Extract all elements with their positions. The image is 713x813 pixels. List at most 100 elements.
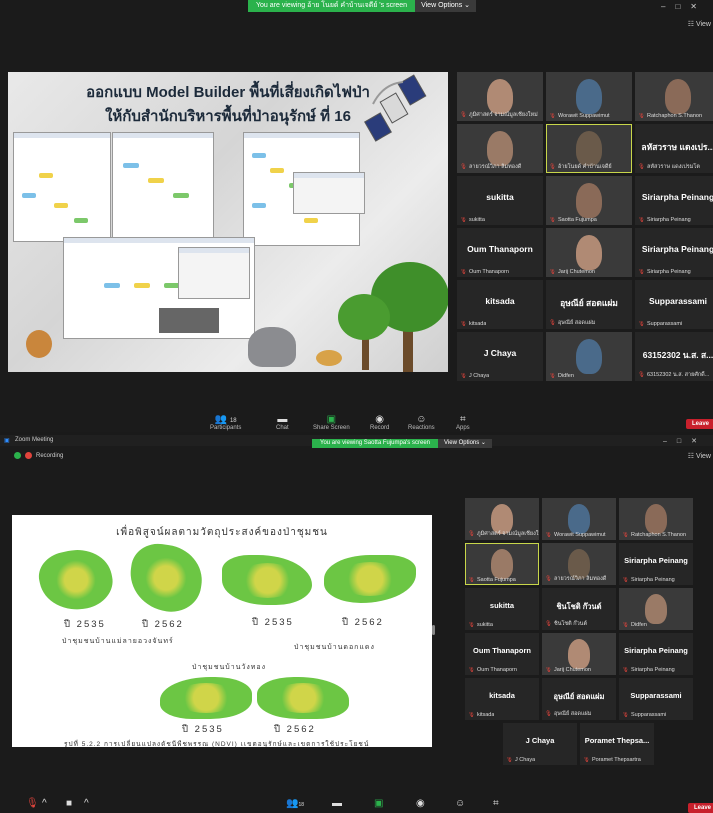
mute-button[interactable]: 🎙 (26, 798, 39, 809)
participant-tile[interactable]: 🎙 ภูมิศาสตร์ จามณ์มูลเชียงใหม่ (457, 72, 543, 121)
participant-tile[interactable]: อุษณีย์ สอดแผ่ม 🎙 อุษณีย์ สอดแผ่ม (542, 678, 616, 720)
participant-label: 🎙 Ratchaphon S.Thanon (622, 532, 686, 538)
window-controls[interactable]: –□✕ (663, 437, 707, 445)
share-screen-label: Share Screen (313, 425, 350, 431)
apps-button[interactable]: ⌗ Apps (456, 414, 470, 431)
record-button[interactable]: ◉ (416, 798, 425, 809)
participant-label: 🎙 Saotta Fujumpa (549, 217, 597, 223)
leave-button[interactable]: Leave (688, 803, 713, 813)
participant-label-text: 63152302 น.ส. สายศักดิ์... (646, 372, 710, 378)
participant-label: 🎙 Didfen (549, 373, 574, 379)
participant-tile[interactable]: kitsada 🎙 kitsada (465, 678, 539, 720)
reactions-label: Reactions (408, 425, 435, 431)
view-options-button[interactable]: View Options ⌄ (438, 438, 492, 448)
participant-tile[interactable]: Siriarpha Peinang 🎙 Siriarpha Peinang (635, 176, 713, 225)
participant-tile[interactable]: 🎙 Saotta Fujumpa (465, 543, 539, 585)
participant-tile[interactable]: kitsada 🎙 kitsada (457, 280, 543, 329)
share-screen-icon: ▣ (374, 798, 384, 809)
mic-muted-icon: 🎙 (549, 320, 556, 326)
participant-tile[interactable]: ชินโชติ ก๊วนต์ 🎙 ชินโชติ ก๊วนต์ (542, 588, 616, 630)
participant-tile[interactable]: Oum Thanaporn 🎙 Oum Thanaporn (465, 633, 539, 675)
audio-options-button[interactable]: ^ (42, 798, 47, 809)
participant-label-text: Supparassami (646, 321, 683, 327)
participant-tile[interactable]: 🎙 Jarij Chutemon (546, 228, 632, 277)
participants-button[interactable]: 👥 18 Participants (210, 414, 241, 431)
participant-label-text: ลายวรณ์วิภา ลิ่มทองดี (553, 576, 607, 582)
participant-label-text: Jarij Chutemon (557, 269, 595, 275)
participant-tile[interactable]: sukitta 🎙 sukitta (465, 588, 539, 630)
mic-muted-icon: 🎙 (545, 711, 552, 717)
participant-tile[interactable]: Supparassami 🎙 Supparassami (635, 280, 713, 329)
view-options-button[interactable]: View Options ⌄ (415, 0, 477, 12)
participant-tile[interactable]: 🎙 Worawit Suppawimut (542, 498, 616, 540)
participant-label-text: kitsada (476, 712, 495, 718)
view-button[interactable]: ☷ View (688, 452, 711, 460)
participant-label: 🎙 Poramet Thepsartra (583, 757, 641, 763)
mic-muted-icon: 🎙 (468, 577, 475, 583)
participant-tile[interactable]: 🎙 ภูมิศาสตร์ จามณ์มูลเชียงใหม่ (465, 498, 539, 540)
leave-button[interactable]: Leave (686, 419, 713, 429)
participant-tile[interactable]: 🎙 Didfen (546, 332, 632, 381)
participant-tile[interactable]: 63152302 น.ส. ส... 🎙 63152302 น.ส. สายศักด… (635, 332, 713, 381)
participant-label: 🎙 ภูมิศาสตร์ จามณ์มูลเชียงใหม่ (468, 530, 539, 538)
mic-muted-icon: 🎙 (468, 712, 475, 718)
satellite-icon (364, 74, 427, 142)
participant-tile[interactable]: 🎙 ลายวรณ์วิภา ลิ่มทองดี (542, 543, 616, 585)
view-button[interactable]: ☷ View (688, 20, 711, 28)
participant-tile[interactable]: Supparassami 🎙 Supparassami (619, 678, 693, 720)
participant-label-text: J Chaya (514, 757, 536, 763)
chat-button[interactable]: ▬ Chat (276, 414, 289, 431)
apps-button[interactable]: ⌗ (493, 798, 499, 809)
participant-label-text: ภูมิศาสตร์ จามณ์มูลเชียงใหม่ (476, 531, 539, 537)
share-screen-button[interactable]: ▣ (374, 798, 383, 809)
splitter-handle[interactable] (432, 625, 435, 635)
participant-tile[interactable]: J Chaya 🎙 J Chaya (503, 723, 577, 765)
participant-tile[interactable]: 🎙 Didfen (619, 588, 693, 630)
participant-label: 🎙 sukitta (460, 217, 485, 223)
mic-muted-icon: 🎙 (545, 576, 552, 582)
viewing-banner-text: You are viewing Saotta Fujumpa's screen (312, 438, 438, 448)
participant-tile[interactable]: Siriarpha Peinang 🎙 Siriarpha Peinang (619, 633, 693, 675)
participant-label-text: Oum Thanaporn (476, 667, 517, 673)
participant-label: 🎙 Supparassami (638, 321, 682, 327)
reactions-icon: ☺ (455, 798, 466, 809)
participant-tile[interactable]: sukitta 🎙 sukitta (457, 176, 543, 225)
participant-tile[interactable]: 🎙 Jarij Chutemon (542, 633, 616, 675)
participant-video (644, 594, 668, 624)
video-button[interactable]: ■ (66, 798, 72, 809)
year-label: ปี 2535 (64, 619, 106, 630)
participant-label-text: Saotta Fujumpa (476, 577, 516, 583)
window-controls[interactable]: –□✕ (661, 2, 707, 11)
participant-tile[interactable]: 🎙 Saotta Fujumpa (546, 176, 632, 225)
participant-name: J Chaya (483, 347, 517, 358)
video-options-button[interactable]: ^ (84, 798, 89, 809)
participant-tile[interactable]: อุษณีย์ สอดแผ่ม 🎙 อุษณีย์ สอดแผ่ม (546, 280, 632, 329)
participant-tile[interactable]: 🎙 Worawit Suppawimut (546, 72, 632, 121)
participant-tile[interactable]: Siriarpha Peinang 🎙 Siriarpha Peinang (619, 543, 693, 585)
participant-tile[interactable]: 🎙 Ratchaphon S.Thanon (619, 498, 693, 540)
participant-tile[interactable]: ลหัสวราษ แดงเปร... 🎙 ลหัสวราษ แดงเปรมโต (635, 124, 713, 173)
mic-muted-icon: 🎙 (460, 373, 467, 379)
participant-name: Siriarpha Peinang (624, 646, 688, 656)
chat-button[interactable]: ▬ (332, 798, 342, 809)
share-screen-button[interactable]: ▣ Share Screen (313, 414, 350, 431)
participant-label: 🎙 ภูมิศาสตร์ จามณ์มูลเชียงใหม่ (460, 111, 538, 119)
participant-tile[interactable]: Siriarpha Peinang 🎙 Siriarpha Peinang (635, 228, 713, 277)
record-button[interactable]: ◉ Record (370, 414, 389, 431)
participant-tile[interactable]: 🎙 อ้ายโนยด์ คำบ้านเจดีย์ (546, 124, 632, 173)
participant-tile[interactable]: 🎙 Ratchaphon S.Thanon (635, 72, 713, 121)
participant-label: 🎙 Didfen (622, 622, 647, 628)
forest-label: ป่าชุมชนบ้านดอกแดง (294, 644, 375, 651)
participant-tile[interactable]: Poramet Thepsa... 🎙 Poramet Thepsartra (580, 723, 654, 765)
year-label: ปี 2562 (342, 617, 384, 628)
participant-tile[interactable]: 🎙 ลายวรณ์วิภา ลิ่มทองดี (457, 124, 543, 173)
mic-muted-icon: 🎙 (506, 757, 513, 763)
reactions-button[interactable]: ☺ (455, 798, 465, 809)
reactions-button[interactable]: ☺ Reactions (408, 414, 435, 431)
participant-label: 🎙 Worawit Suppawimut (549, 113, 610, 119)
participant-tile[interactable]: J Chaya 🎙 J Chaya (457, 332, 543, 381)
participant-tile[interactable]: Oum Thanaporn 🎙 Oum Thanaporn (457, 228, 543, 277)
chevron-up-icon: ^ (42, 798, 47, 809)
participants-button[interactable]: 👥18 (286, 798, 304, 809)
apps-icon: ⌗ (493, 798, 499, 809)
